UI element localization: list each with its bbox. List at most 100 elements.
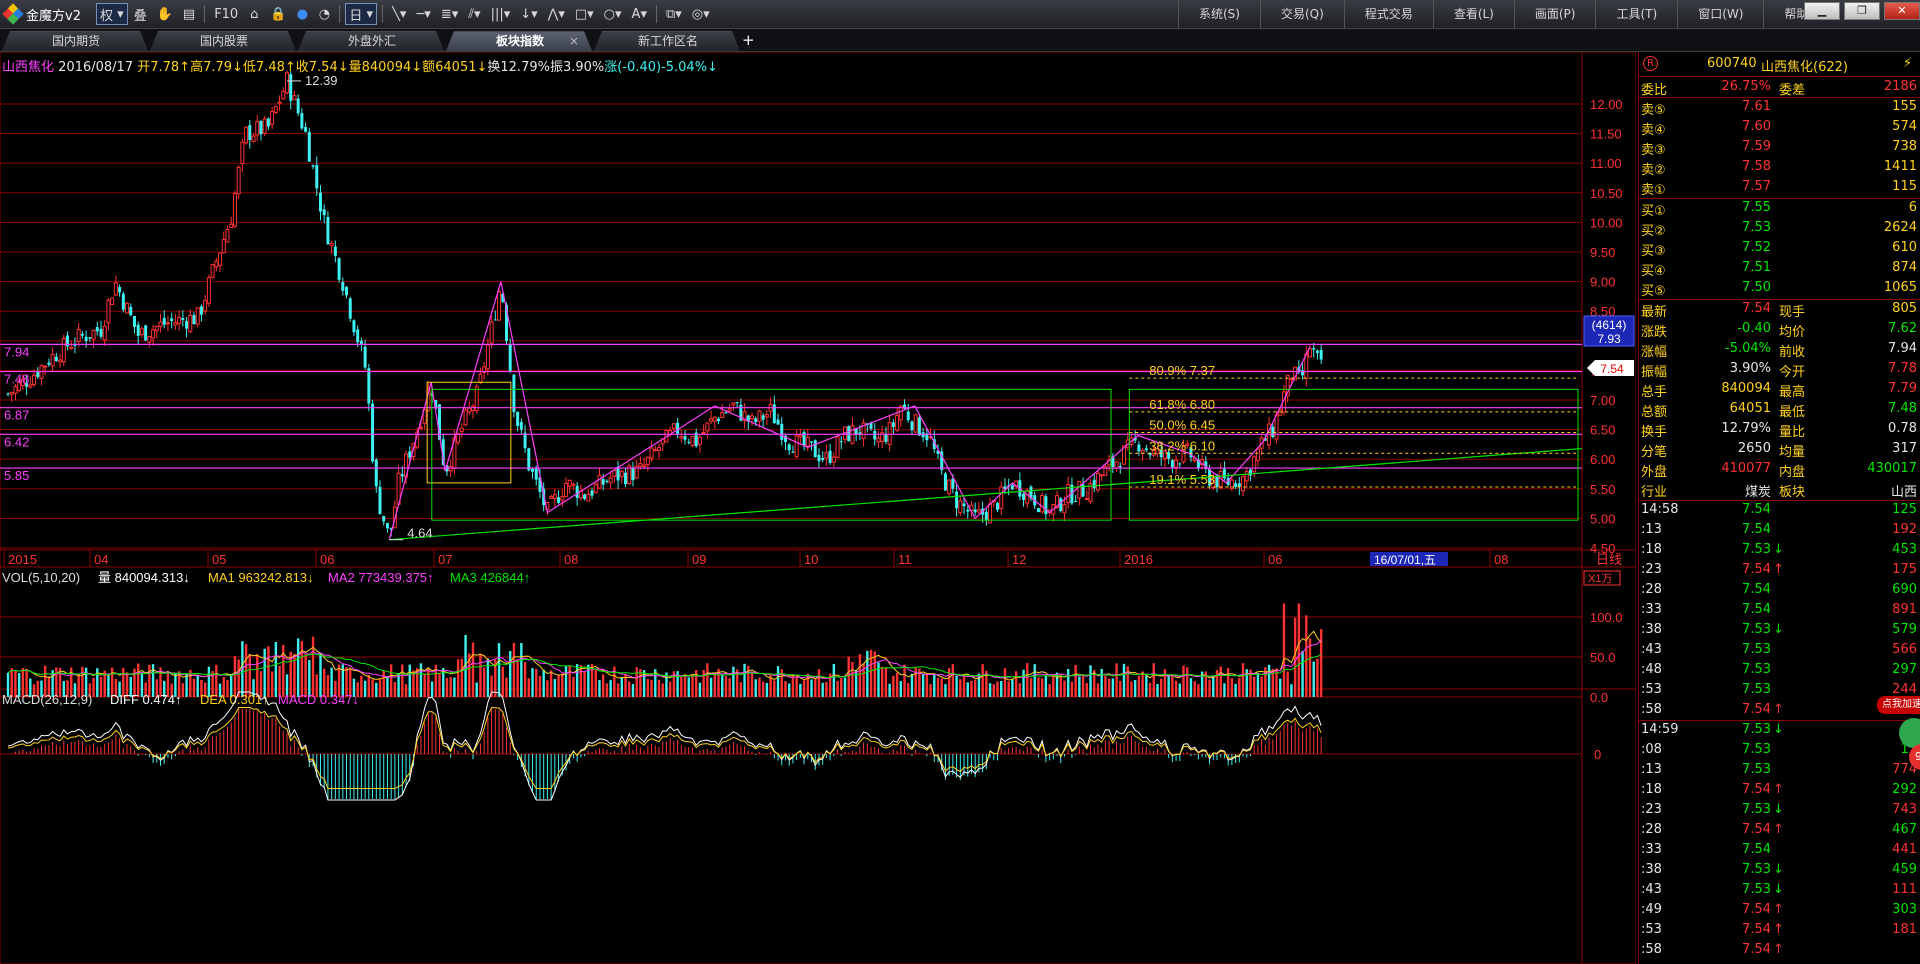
low-label: 4.64: [407, 526, 432, 541]
close-icon[interactable]: ✕: [1884, 2, 1920, 20]
tab-close-icon[interactable]: ×: [569, 32, 579, 51]
volume-bar: [609, 680, 612, 697]
f10-button[interactable]: F10: [210, 3, 242, 25]
volume-bar: [561, 673, 564, 697]
weight-select[interactable]: 权 ▾: [96, 3, 128, 25]
menu-item[interactable]: 画面(P): [1513, 0, 1596, 28]
tick-time: 14:59: [1641, 722, 1679, 737]
add-tab-icon[interactable]: +: [742, 31, 755, 49]
volume-bar: [1133, 679, 1137, 697]
candle-body: [876, 437, 881, 443]
tick-volume: 175: [1892, 562, 1917, 577]
candle-body: [58, 359, 63, 363]
restore-icon[interactable]: ❐: [1844, 2, 1880, 20]
volume-bar: [267, 646, 270, 697]
support-label: 7.48: [4, 372, 29, 387]
tab-1[interactable]: 国内股票: [150, 31, 296, 51]
channel-tool-icon[interactable]: ⫽▾: [464, 3, 484, 25]
home-icon[interactable]: ⌂: [244, 3, 264, 25]
candle-body: [374, 459, 378, 487]
hline-tool-icon[interactable]: ─▾: [412, 3, 434, 25]
volume-bar: [389, 664, 393, 697]
circle-tool-icon[interactable]: ○▾: [600, 3, 626, 25]
volume-bar: [192, 678, 196, 697]
volume-bar: [527, 678, 530, 697]
volume-bar: [248, 653, 251, 697]
copy-icon[interactable]: ⧉▾: [662, 3, 686, 25]
candle-body: [724, 412, 728, 414]
volume-bar: [1279, 678, 1282, 697]
menu-item[interactable]: 窗口(W): [1677, 0, 1763, 28]
tick-volume: 181: [1892, 922, 1917, 937]
tick-price: 7.54: [1742, 562, 1771, 577]
candle-body: [493, 319, 497, 321]
tick-time: :23: [1641, 562, 1662, 577]
period-select[interactable]: 日 ▾: [345, 3, 378, 25]
arrow-tool-icon[interactable]: ↓▾: [516, 3, 541, 25]
text-tool-icon[interactable]: A▾: [628, 3, 651, 25]
volume-bar: [449, 677, 452, 697]
lightning-icon[interactable]: ⚡: [1903, 56, 1912, 71]
hand-icon[interactable]: ✋: [153, 3, 177, 25]
volume-bar: [1137, 675, 1141, 697]
menu-item[interactable]: 程式交易: [1343, 0, 1433, 28]
overlay-icon[interactable]: 叠: [130, 3, 151, 25]
candle-body: [47, 362, 51, 365]
speedup-badge[interactable]: 点我加速: [1877, 696, 1920, 714]
stat-label: 今开: [1779, 365, 1806, 380]
bars-tool-icon[interactable]: |||▾: [487, 3, 515, 25]
vol-tick-label: 0.0: [1590, 690, 1608, 705]
zigzag-tool-icon[interactable]: ⋀▾: [544, 3, 569, 25]
buy-price: 7.50: [1742, 280, 1771, 295]
tick-row: :28 7.54 ↑ 467: [1639, 821, 1920, 840]
tab-0[interactable]: 国内期货: [2, 31, 148, 51]
tick-row: :53 7.53 244: [1639, 681, 1920, 700]
menu-item[interactable]: 交易(Q): [1259, 0, 1344, 28]
tab-4[interactable]: 新工作区名: [594, 31, 740, 51]
tick-time: :48: [1641, 662, 1662, 677]
candle-body: [225, 229, 230, 243]
candle-body: [13, 386, 18, 394]
menu-item[interactable]: 工具(T): [1595, 0, 1677, 28]
lock-icon[interactable]: 🔒: [266, 3, 290, 25]
menu-item[interactable]: 系统(S): [1178, 0, 1260, 28]
buy-row: 买① 7.55 6: [1639, 199, 1920, 219]
period-select-value: 日: [349, 8, 363, 24]
candle-body: [6, 393, 10, 395]
volume-bar: [1223, 683, 1226, 697]
fib-tool-icon[interactable]: ≣▾: [437, 3, 462, 25]
refresh-icon[interactable]: ◔: [314, 3, 334, 25]
candle-body: [831, 456, 836, 463]
menu-item[interactable]: 查看(L): [1432, 0, 1514, 28]
volume-bar: [1286, 671, 1289, 697]
candle-body: [318, 192, 322, 212]
volume-bar: [765, 683, 769, 697]
tab-2[interactable]: 外盘外汇: [298, 31, 444, 51]
candle-body: [158, 321, 163, 327]
volume-bar: [706, 663, 709, 697]
stat-label: 最高: [1779, 385, 1806, 400]
tab-3[interactable]: 板块指数 ×: [446, 31, 592, 51]
volume-bar: [304, 654, 307, 697]
volume-bar: [274, 641, 278, 697]
candle-body: [913, 414, 918, 433]
volume-bar: [795, 674, 798, 697]
candle-body: [1255, 448, 1260, 461]
candle-body: [798, 434, 803, 438]
tick-volume: 303: [1892, 902, 1917, 917]
tick-time: :53: [1641, 922, 1662, 937]
rect-tool-icon[interactable]: □▾: [571, 3, 598, 25]
volume-bar: [739, 682, 743, 697]
candle-body: [791, 451, 795, 453]
volume-bar: [523, 662, 527, 697]
candle-body: [1025, 489, 1030, 504]
palette-icon[interactable]: ◎▾: [688, 3, 714, 25]
minimize-icon[interactable]: ▁: [1804, 2, 1840, 20]
volume-bar: [1215, 670, 1219, 697]
stock-chart[interactable]: 12.0011.5011.0010.5010.009.509.008.508.0…: [0, 52, 1636, 964]
candle-body: [996, 502, 1000, 510]
line-tool-icon[interactable]: ╲▾: [388, 3, 410, 25]
play-icon[interactable]: ●: [292, 3, 312, 25]
layout-icon[interactable]: ▤: [179, 3, 199, 25]
candle-body: [557, 497, 561, 504]
